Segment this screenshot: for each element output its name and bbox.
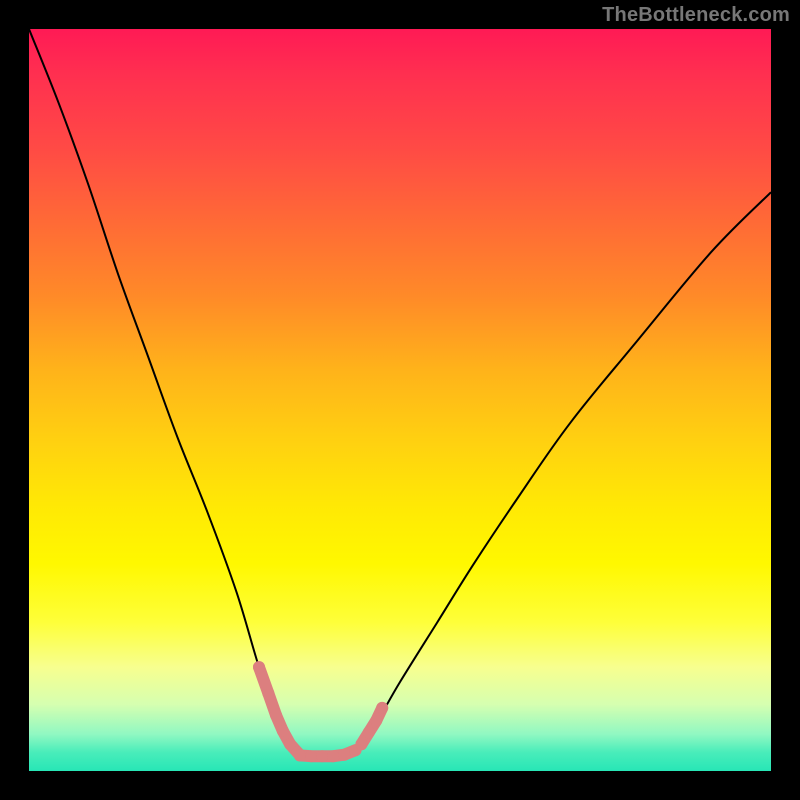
chart-stage: TheBottleneck.com xyxy=(0,0,800,800)
curve-layer xyxy=(29,29,771,771)
highlight-trough-point xyxy=(316,750,328,762)
highlight-trough-point xyxy=(294,749,306,761)
highlight-trough-point xyxy=(338,749,350,761)
highlight-left-leg-point xyxy=(277,725,289,737)
watermark-label: TheBottleneck.com xyxy=(602,4,790,27)
highlight-left-leg-point xyxy=(253,661,265,673)
highlight-right-leg-point xyxy=(376,702,388,714)
highlight-right-leg-point xyxy=(355,738,367,750)
highlight-left-leg-point xyxy=(270,709,282,721)
highlight-right-leg-point xyxy=(370,715,382,727)
highlight-trough-point xyxy=(327,750,339,762)
highlight-right-leg-point xyxy=(363,726,375,738)
plot-area xyxy=(29,29,771,771)
bottleneck-curve xyxy=(29,29,771,757)
highlight-right-leg xyxy=(361,708,382,744)
highlight-left-leg-point xyxy=(262,687,274,699)
highlight-trough-point xyxy=(305,750,317,762)
